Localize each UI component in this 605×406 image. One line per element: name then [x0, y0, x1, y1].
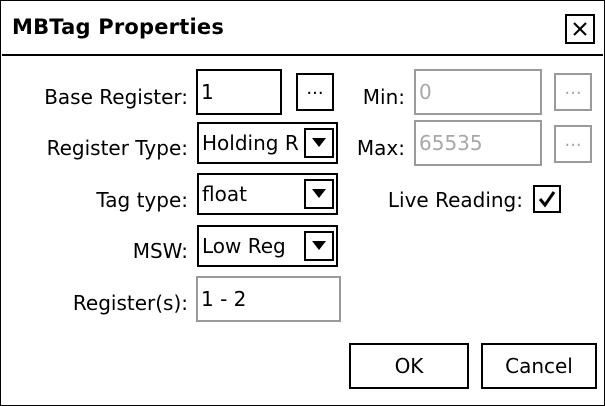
min-label: Min: — [362, 85, 405, 109]
registers-label: Register(s): — [72, 291, 188, 315]
register-type-select[interactable]: Holding R — [197, 122, 338, 164]
max-browse-button[interactable]: ... — [554, 125, 592, 163]
msw-value: Low Reg — [202, 234, 286, 258]
chevron-down-icon — [312, 189, 326, 198]
max-label: Max: — [356, 136, 405, 160]
min-browse-button[interactable]: ... — [554, 73, 592, 111]
chevron-down-icon — [312, 241, 326, 250]
tag-type-select[interactable]: float — [197, 173, 338, 215]
close-icon — [573, 22, 587, 36]
msw-label: MSW: — [132, 239, 188, 263]
chevron-down-icon — [312, 138, 326, 147]
min-input[interactable]: 0 — [414, 69, 542, 115]
registers-input: 1 - 2 — [196, 276, 341, 322]
msw-select[interactable]: Low Reg — [197, 225, 338, 267]
cancel-button[interactable]: Cancel — [481, 343, 597, 389]
max-input[interactable]: 65535 — [414, 120, 542, 166]
dialog-title: MBTag Properties — [12, 15, 225, 39]
base-register-label: Base Register: — [44, 85, 188, 109]
tag-type-value: float — [202, 182, 247, 206]
title-bar: MBTag Properties — [2, 2, 603, 56]
checkmark-icon — [538, 191, 556, 208]
mbtag-properties-dialog: MBTag Properties Base Register: 1 ... Mi… — [0, 0, 605, 406]
register-type-label: Register Type: — [46, 136, 188, 160]
live-reading-label: Live Reading: — [387, 188, 523, 212]
live-reading-checkbox[interactable] — [533, 185, 561, 213]
base-register-input[interactable]: 1 — [196, 69, 282, 115]
close-button[interactable] — [565, 14, 595, 44]
ok-button[interactable]: OK — [349, 343, 469, 389]
base-register-browse-button[interactable]: ... — [296, 73, 334, 111]
tag-type-dropdown-button[interactable] — [304, 179, 334, 209]
msw-dropdown-button[interactable] — [304, 231, 334, 261]
register-type-value: Holding R — [202, 131, 299, 155]
tag-type-label: Tag type: — [96, 188, 188, 212]
register-type-dropdown-button[interactable] — [304, 128, 334, 158]
